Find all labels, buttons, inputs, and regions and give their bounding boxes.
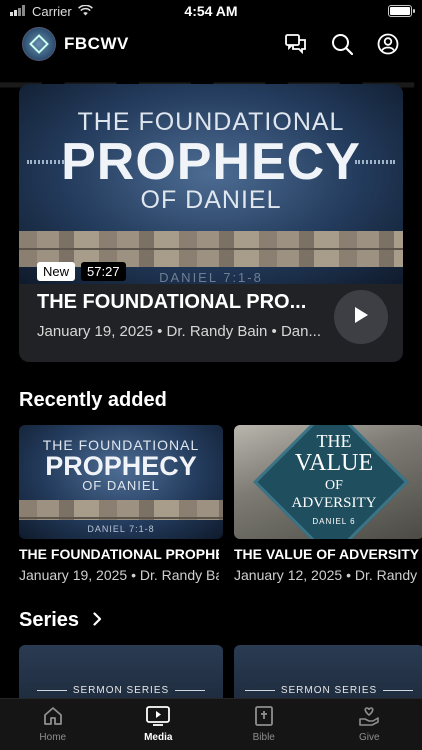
bible-icon — [254, 706, 273, 729]
new-badge: New — [37, 262, 76, 281]
battery-icon — [388, 5, 415, 17]
recent-item-title[interactable]: THE FOUNDATIONAL PROPHE — [19, 546, 219, 562]
brand-name: FBCWV — [64, 34, 129, 53]
tab-label: Give — [358, 732, 380, 743]
series-card[interactable]: SERMON SERIES — [19, 645, 223, 705]
recent-item-meta: January 12, 2025 • Dr. Randy — [234, 567, 418, 583]
media-icon — [146, 706, 171, 729]
home-icon — [43, 706, 63, 729]
thumb-line3: OF DANIEL — [82, 478, 160, 493]
church-logo[interactable] — [22, 27, 56, 61]
thumb-scripture: DANIEL 7:1-8 — [87, 524, 155, 534]
thumb-brick-band — [19, 500, 223, 520]
chat-icon[interactable] — [284, 32, 308, 56]
tab-media[interactable]: Media — [106, 699, 212, 750]
series-card-label: SERMON SERIES — [234, 685, 422, 696]
chevron-right-icon — [93, 609, 102, 632]
play-icon — [353, 306, 369, 329]
tab-give[interactable]: Give — [317, 699, 422, 750]
recently-added-heading: Recently added — [19, 389, 167, 412]
series-card-label: SERMON SERIES — [19, 685, 223, 696]
thumb-line1: THE — [316, 431, 352, 451]
profile-icon[interactable] — [376, 32, 400, 56]
thumb-line3: OF — [325, 478, 343, 493]
status-bar: Carrier 4:54 AM — [0, 0, 422, 22]
tab-bar: Home Media Bible Give — [0, 698, 422, 750]
tab-label: Home — [39, 732, 67, 743]
thumb-scripture: DANIEL 6 — [312, 517, 356, 526]
status-time: 4:54 AM — [184, 3, 238, 19]
thumb-title: VALUE — [294, 450, 374, 476]
series-card[interactable]: SERMON SERIES — [234, 645, 422, 705]
recent-item-meta: January 19, 2025 • Dr. Randy Ba — [19, 567, 219, 583]
series-heading[interactable]: Series — [19, 609, 102, 632]
duration-badge: 57:27 — [81, 262, 126, 281]
tab-label: Media — [144, 732, 173, 743]
play-button[interactable] — [334, 290, 388, 344]
recent-item-thumbnail[interactable]: THE FOUNDATIONAL PROPHECY OF DANIEL DANI… — [19, 425, 223, 539]
series-label: Series — [19, 609, 80, 631]
featured-meta: January 19, 2025 • Dr. Randy Bain • Dan.… — [37, 323, 321, 340]
featured-artwork: THE FOUNDATIONAL PROPHECY OF DANIEL DANI… — [19, 84, 403, 285]
artwork-line3: OF DANIEL — [140, 186, 282, 214]
artwork-dots-right — [355, 160, 395, 164]
tab-home[interactable]: Home — [0, 699, 106, 750]
tab-bible[interactable]: Bible — [211, 699, 317, 750]
recent-item-thumbnail[interactable]: THE VALUE OF ADVERSITY DANIEL 6 — [234, 425, 422, 539]
search-icon[interactable] — [330, 32, 354, 56]
app-header: FBCWV — [0, 26, 422, 62]
thumb-line4: ADVERSITY — [291, 495, 377, 511]
recently-added-label: Recently added — [19, 389, 167, 411]
tab-label: Bible — [252, 732, 275, 743]
featured-title: THE FOUNDATIONAL PRO... — [37, 291, 307, 313]
recent-item-title[interactable]: THE VALUE OF ADVERSITY — [234, 546, 422, 562]
artwork-title: PROPHECY — [61, 133, 361, 191]
give-icon — [358, 706, 380, 729]
featured-sermon-card[interactable]: THE FOUNDATIONAL PROPHECY OF DANIEL DANI… — [19, 84, 403, 362]
